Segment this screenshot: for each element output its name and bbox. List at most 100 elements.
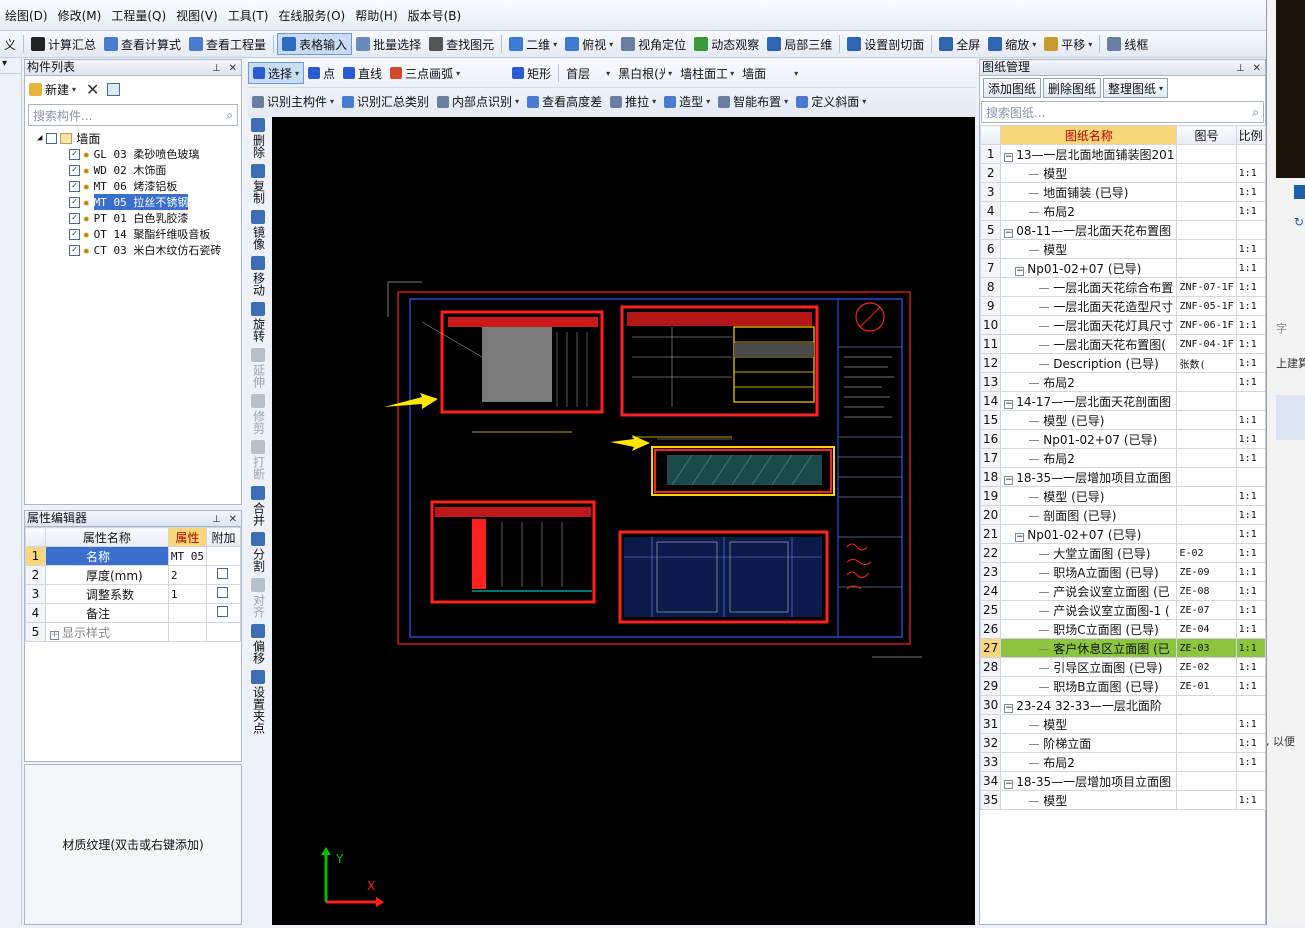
property-value[interactable] bbox=[167, 603, 208, 623]
sheet-row[interactable]: 26 职场C立面图 (已导) ZE-04 1:1 bbox=[979, 619, 1266, 639]
sheet-row[interactable]: 30−23-24 32-33—一层北面阶 bbox=[979, 695, 1266, 715]
chevron-down-icon[interactable]: ▾ bbox=[1032, 40, 1036, 49]
type-select[interactable]: 墙柱面工 ▾ bbox=[676, 62, 738, 84]
add-sheet-button[interactable]: 添加图纸 bbox=[983, 78, 1042, 98]
sheet-row[interactable]: 6 模型 1:1 bbox=[979, 239, 1266, 259]
checkbox[interactable]: ✓ bbox=[69, 212, 80, 224]
recognize-button[interactable]: 造型 ▾ bbox=[660, 91, 714, 113]
edit-tool-button[interactable]: 旋转 bbox=[246, 302, 270, 342]
checkbox[interactable]: ✓ bbox=[69, 244, 80, 256]
sheet-row[interactable]: 8 一层北面天花综合布置 ZNF-07-1F 1:1 bbox=[979, 277, 1266, 297]
chevron-down-icon[interactable]: ▾ bbox=[652, 97, 656, 106]
close-icon[interactable]: ✕ bbox=[225, 63, 241, 74]
tree-root[interactable]: ◢ 墙面 bbox=[25, 130, 241, 146]
draw-button[interactable]: 点 bbox=[304, 62, 339, 84]
sheet-row[interactable]: 17 布局2 1:1 bbox=[979, 448, 1266, 468]
toolbar-button[interactable]: 缩放 ▾ bbox=[984, 33, 1040, 55]
edit-tool-button[interactable]: 偏移 bbox=[246, 624, 270, 664]
chevron-down-icon[interactable]: ▾ bbox=[794, 69, 798, 78]
sheet-row[interactable]: 16 Np01-02+07 (已导) 1:1 bbox=[979, 429, 1266, 449]
toolbar-button[interactable]: 设置剖切面 bbox=[843, 33, 928, 55]
recognize-button[interactable]: 内部点识别 ▾ bbox=[433, 91, 523, 113]
property-value[interactable]: 2 bbox=[167, 565, 208, 585]
toolbar-button[interactable]: 俯视 ▾ bbox=[561, 33, 617, 55]
recognize-button[interactable]: 智能布置 ▾ bbox=[714, 91, 792, 113]
toolbar-button[interactable]: 视角定位 bbox=[617, 33, 690, 55]
chevron-down-icon[interactable]: ▾ bbox=[730, 69, 734, 78]
close-icon[interactable]: ✕ bbox=[225, 514, 241, 525]
collapse-arrow-icon[interactable]: ▾ bbox=[0, 58, 21, 74]
search-icon[interactable]: ⌕ bbox=[1252, 105, 1259, 120]
sheet-row[interactable]: 22 大堂立面图 (已导) E-02 1:1 bbox=[979, 543, 1266, 563]
edit-tool-button[interactable]: 分割 bbox=[246, 532, 270, 572]
property-row[interactable]: 2 厚度(mm) 2 bbox=[25, 565, 241, 585]
menu-item[interactable]: 在线服务(O) bbox=[273, 7, 350, 24]
menu-item[interactable]: 绘图(D) bbox=[0, 7, 53, 24]
chevron-down-icon[interactable]: ▾ bbox=[515, 97, 519, 106]
toolbar-button[interactable]: 动态观察 bbox=[690, 33, 763, 55]
collapse-icon[interactable]: − bbox=[1004, 228, 1014, 238]
sheet-row[interactable]: 5−08-11—一层北面天花布置图 bbox=[979, 220, 1266, 240]
collapse-icon[interactable]: − bbox=[1004, 399, 1014, 409]
menu-item[interactable]: 版本号(B) bbox=[403, 7, 467, 24]
sheet-row[interactable]: 34−18-35—一层增加项目立面图 bbox=[979, 771, 1266, 791]
edit-tool-button[interactable]: 修剪 bbox=[246, 394, 270, 434]
close-icon[interactable]: ✕ bbox=[1249, 63, 1265, 74]
chevron-down-icon[interactable]: ▾ bbox=[553, 40, 557, 49]
checkbox[interactable]: ✓ bbox=[69, 148, 80, 160]
sheet-row[interactable]: 32 阶梯立面 1:1 bbox=[979, 733, 1266, 753]
chevron-down-icon[interactable]: ▾ bbox=[456, 69, 460, 78]
tree-item[interactable]: ✓ ✹ PT 01 白色乳胶漆 bbox=[25, 210, 241, 226]
sheet-row[interactable]: 21− Np01-02+07 (已导) 1:1 bbox=[979, 524, 1266, 544]
chevron-down-icon[interactable]: ▾ bbox=[706, 97, 710, 106]
draw-button[interactable]: 直线 bbox=[339, 62, 386, 84]
drawing-canvas[interactable]: X Y bbox=[272, 117, 975, 925]
collapse-icon[interactable]: − bbox=[1004, 703, 1014, 713]
toolbar-button[interactable]: 查看计算式 bbox=[100, 33, 185, 55]
collapse-icon[interactable]: − bbox=[1004, 475, 1014, 485]
checkbox[interactable]: ✓ bbox=[69, 180, 80, 192]
sheet-row[interactable]: 29 职场B立面图 (已导) ZE-01 1:1 bbox=[979, 676, 1266, 696]
sheet-row[interactable]: 12 Description (已导) 张数(1:1 bbox=[979, 353, 1266, 373]
recognize-button[interactable]: 识别汇总类别 bbox=[338, 91, 433, 113]
delete-sheet-button[interactable]: 删除图纸 bbox=[1043, 78, 1102, 98]
property-value[interactable]: 1 bbox=[167, 584, 208, 604]
sheet-row[interactable]: 20 剖面图 (已导) 1:1 bbox=[979, 505, 1266, 525]
tree-item[interactable]: ✓ ✹ WD 02 木饰面 bbox=[25, 162, 241, 178]
toolbar-button[interactable]: 平移 ▾ bbox=[1040, 33, 1096, 55]
sheet-row[interactable]: 2 模型 1:1 bbox=[979, 163, 1266, 183]
floor-select[interactable]: 首层 ▾ bbox=[562, 62, 614, 84]
expand-icon[interactable]: + bbox=[50, 630, 59, 640]
toolbar-button[interactable]: 计算汇总 bbox=[27, 33, 100, 55]
draw-button[interactable]: 三点画弧 ▾ bbox=[386, 62, 464, 84]
sheet-row[interactable]: 10 一层北面天花灯具尺寸 ZNF-06-1F 1:1 bbox=[979, 315, 1266, 335]
property-row[interactable]: 3 调整系数 1 bbox=[25, 584, 241, 604]
toolbar-button[interactable]: 表格输入 bbox=[277, 33, 353, 55]
collapse-icon[interactable]: − bbox=[1004, 152, 1014, 162]
edit-tool-button[interactable]: 删除 bbox=[246, 118, 270, 158]
property-row[interactable]: 5 + 显示样式 bbox=[25, 622, 241, 642]
tree-item[interactable]: ✓ ✹ GL 03 柔砂喷色玻璃 bbox=[25, 146, 241, 162]
checkbox[interactable]: ✓ bbox=[69, 228, 80, 240]
pin-icon[interactable]: ⊥ bbox=[208, 514, 225, 525]
sheet-row[interactable]: 31 模型 1:1 bbox=[979, 714, 1266, 734]
tree-item[interactable]: ✓ ✹ MT 06 烤漆铝板 bbox=[25, 178, 241, 194]
chevron-down-icon[interactable]: ▾ bbox=[1088, 40, 1092, 49]
layer-select[interactable]: 黑白根(光 ▾ bbox=[614, 62, 676, 84]
collapse-icon[interactable]: − bbox=[1015, 532, 1025, 542]
sheet-row[interactable]: 4 布局2 1:1 bbox=[979, 201, 1266, 221]
toolbar-button[interactable]: 线框 bbox=[1103, 33, 1152, 55]
extra-checkbox[interactable] bbox=[216, 606, 228, 617]
pin-icon[interactable]: ⊥ bbox=[1232, 63, 1249, 74]
texture-area[interactable]: 材质纹理(双击或右键添加) bbox=[24, 764, 242, 925]
sheet-row[interactable]: 28 引导区立面图 (已导) ZE-02 1:1 bbox=[979, 657, 1266, 677]
property-row[interactable]: 4 备注 bbox=[25, 603, 241, 623]
chevron-down-icon[interactable]: ▾ bbox=[609, 40, 613, 49]
checkbox[interactable]: ✓ bbox=[69, 196, 80, 208]
draw-button[interactable]: 矩形 bbox=[508, 62, 555, 84]
sheet-row[interactable]: 13 布局2 1:1 bbox=[979, 372, 1266, 392]
toolbar-button[interactable]: 全屏 bbox=[935, 33, 984, 55]
property-value[interactable]: MT 05 bbox=[167, 546, 208, 566]
sheet-row[interactable]: 35 模型 1:1 bbox=[979, 790, 1266, 810]
sheet-row[interactable]: 27 客户休息区立面图 (已 ZE-03 1:1 bbox=[979, 638, 1266, 658]
